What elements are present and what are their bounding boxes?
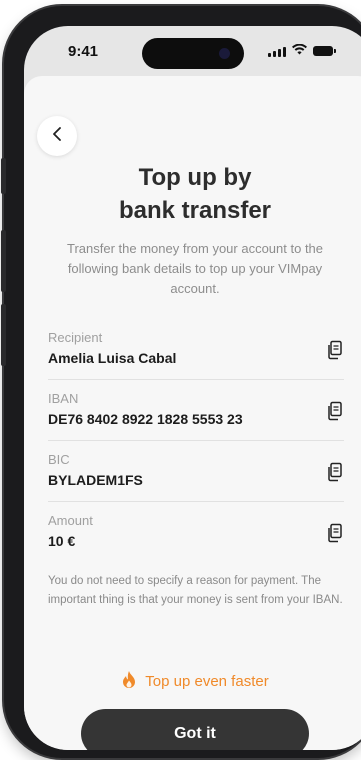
divider [48,440,344,441]
top-up-faster-link[interactable]: Top up even faster [24,670,361,693]
signal-icon [268,46,286,57]
screen: 9:41 Top up by bank transfer Transfer th… [24,26,361,750]
recipient-label: Recipient [48,330,103,345]
battery-icon [313,46,336,56]
divider [48,379,344,380]
got-it-button[interactable]: Got it [81,709,309,750]
recipient-row: Recipient Amelia Luisa Cabal [48,330,344,381]
amount-row: Amount 10 € [48,513,344,564]
copy-recipient-icon[interactable] [326,340,344,360]
payment-note: You do not need to specify a reason for … [48,575,343,606]
chevron-left-icon [52,126,62,147]
copy-iban-icon[interactable] [326,401,344,421]
bank-transfer-sheet: Top up by bank transfer Transfer the mon… [24,76,361,750]
mute-switch [1,158,6,194]
copy-bic-icon[interactable] [326,462,344,482]
status-time: 9:41 [68,43,99,60]
iban-row: IBAN DE76 8402 8922 1828 5553 23 [48,391,344,442]
amount-value: 10 € [48,533,76,549]
bic-label: BIC [48,452,70,467]
amount-label: Amount [48,513,93,528]
volume-down-button [1,304,6,366]
flame-icon [121,670,137,693]
back-button[interactable] [37,116,77,156]
status-icons [268,42,336,60]
divider [48,501,344,502]
intro-text: Transfer the money from your account to … [66,241,324,296]
iban-value: DE76 8402 8922 1828 5553 23 [48,411,243,427]
recipient-value: Amelia Luisa Cabal [48,350,177,366]
bic-row: BIC BYLADEM1FS [48,452,344,503]
page-title: Top up by bank transfer [118,164,272,224]
phone-frame: 9:41 Top up by bank transfer Transfer th… [1,6,361,758]
status-bar: 9:41 [24,26,361,76]
wifi-icon [292,42,307,60]
dynamic-island [142,38,244,69]
bic-value: BYLADEM1FS [48,472,143,488]
top-up-faster-label: Top up even faster [145,673,269,690]
iban-label: IBAN [48,391,79,406]
copy-amount-icon[interactable] [326,523,344,543]
volume-up-button [1,230,6,292]
